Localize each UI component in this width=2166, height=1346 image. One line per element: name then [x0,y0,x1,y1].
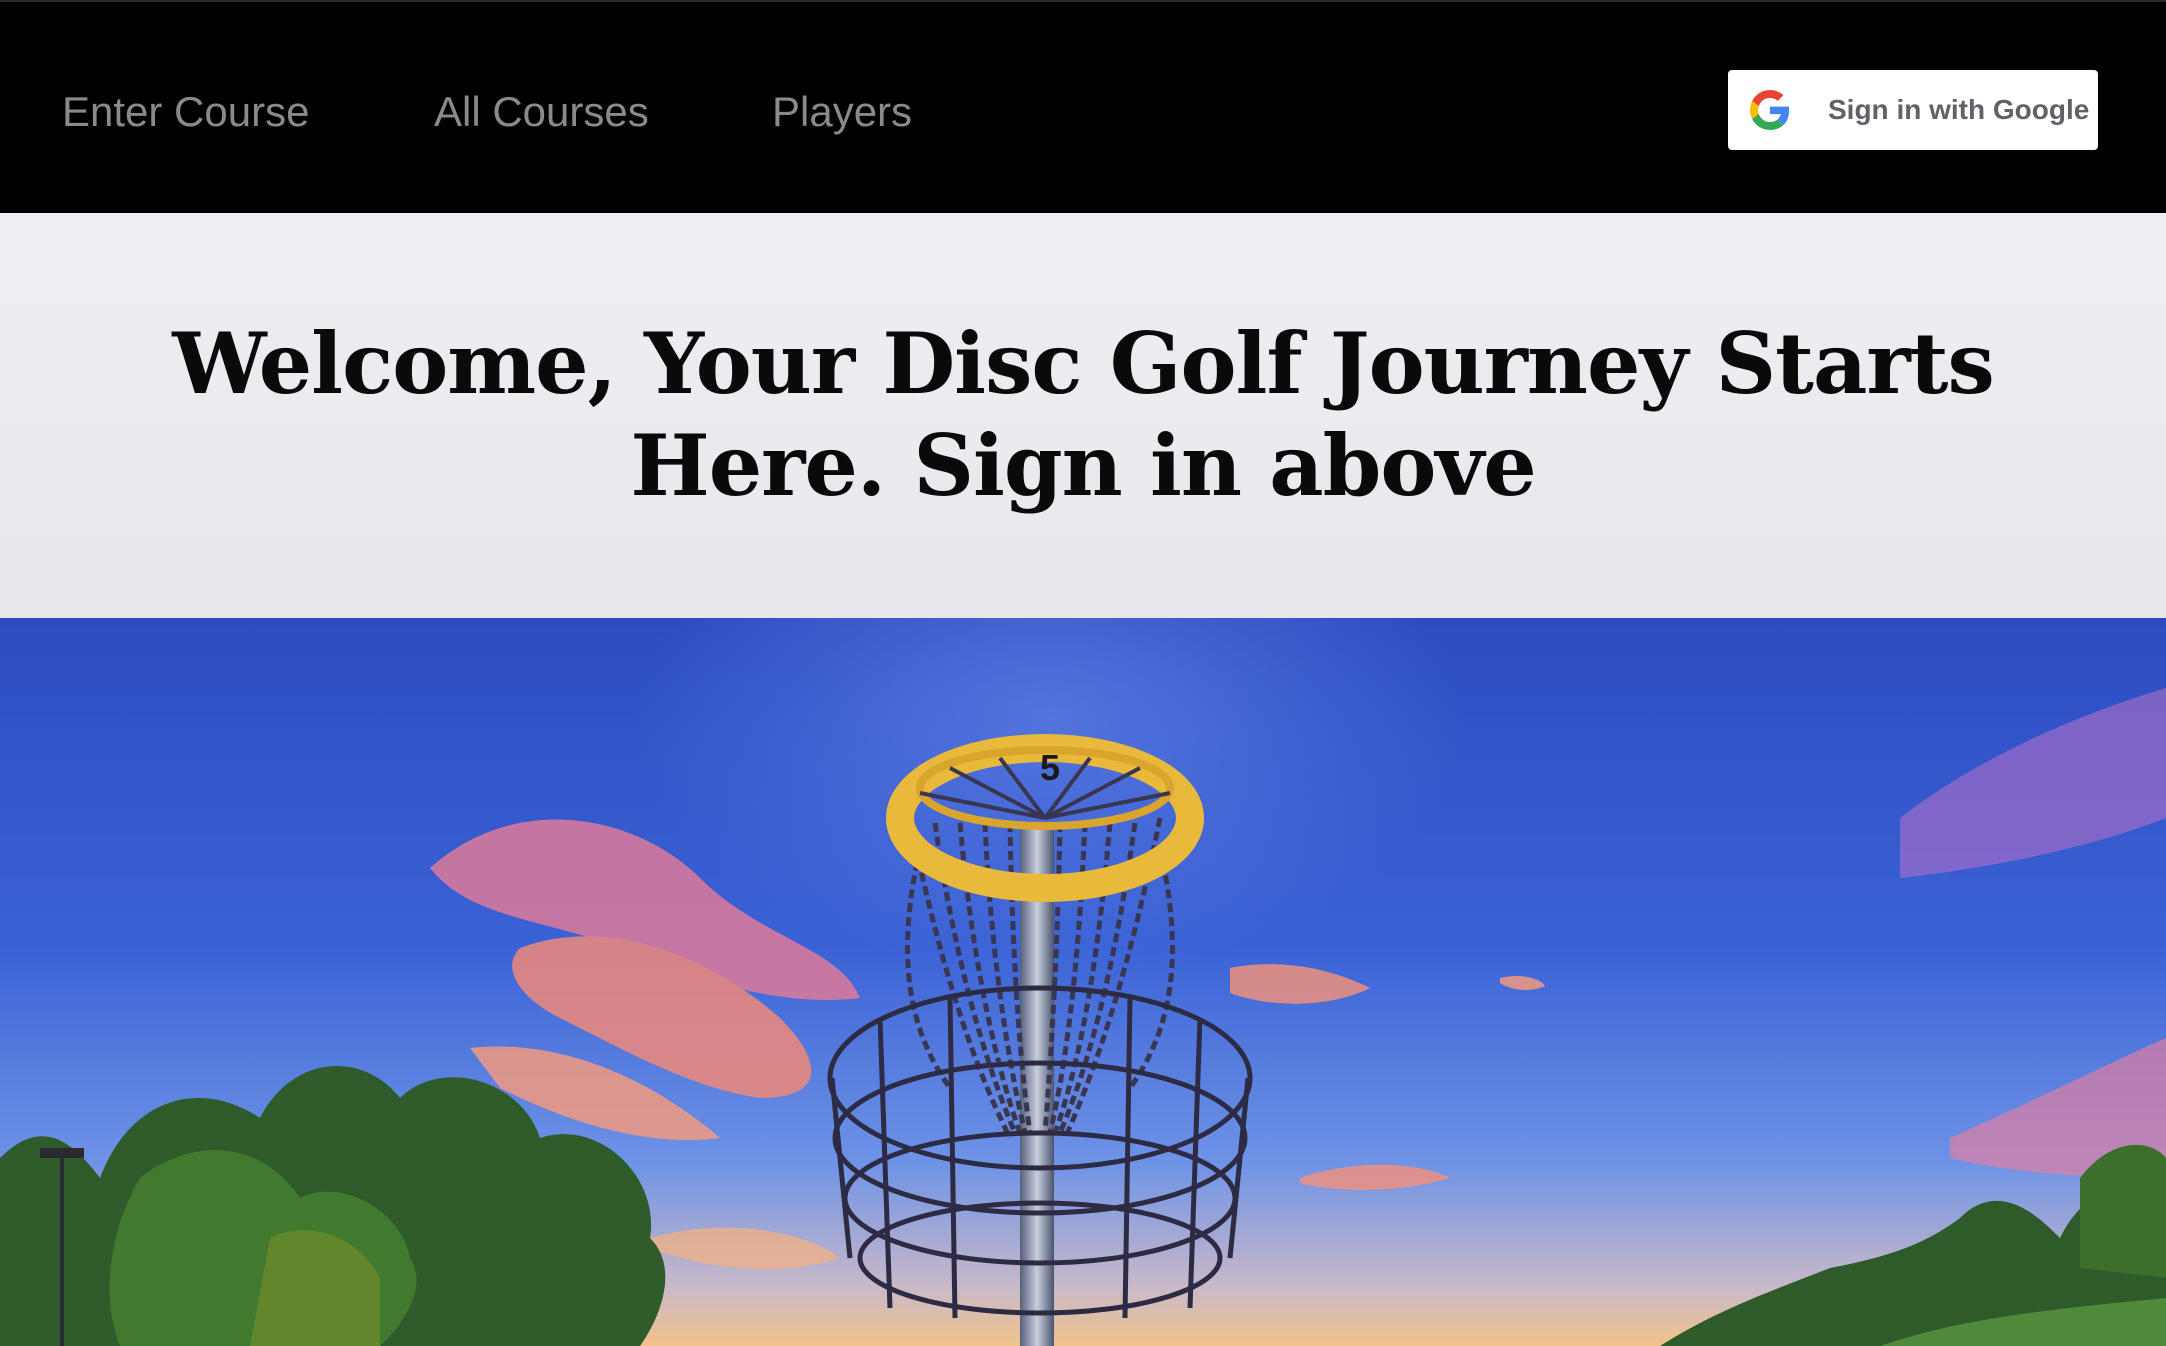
nav-enter-course[interactable]: Enter Course [62,84,309,140]
top-navbar: Enter Course All Courses Players Sign in… [0,0,2166,213]
page-title-line-1: Welcome, Your Disc Golf Journey Starts [172,314,1994,413]
nav-all-courses[interactable]: All Courses [434,84,649,140]
nav-players[interactable]: Players [772,84,912,140]
google-signin-label: Sign in with Google [1828,94,2090,125]
welcome-banner: Welcome, Your Disc Golf Journey Starts H… [0,213,2166,618]
google-g-icon [1750,90,1790,130]
page: Enter Course All Courses Players Sign in… [0,0,2166,1346]
page-title: Welcome, Your Disc Golf Journey Starts H… [80,313,2086,517]
disc-golf-basket-photo: 5 [0,618,2166,1346]
google-signin-button[interactable]: Sign in with Google [1728,70,2098,150]
page-title-line-2: Here. Sign in above [630,416,1536,515]
basket-number: 5 [1040,747,1060,788]
